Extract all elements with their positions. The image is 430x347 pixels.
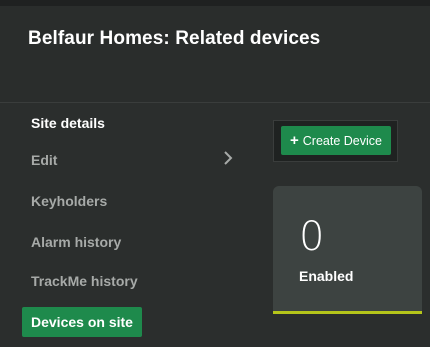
sidebar-item-edit[interactable]: Edit xyxy=(22,145,66,175)
stat-card-bar xyxy=(273,311,422,314)
page-header: Belfaur Homes: Related devices xyxy=(0,6,430,103)
sidebar-item-keyholders[interactable]: Keyholders xyxy=(22,186,116,216)
create-device-label: Create Device xyxy=(302,133,382,148)
page-title: Belfaur Homes: Related devices xyxy=(28,28,321,49)
enabled-stat-card[interactable]: 0 Enabled xyxy=(273,186,422,314)
sidebar-item-trackme-history[interactable]: TrackMe history xyxy=(22,266,147,296)
stat-value: 0 xyxy=(299,214,325,260)
create-device-wrapper: + Create Device xyxy=(273,120,398,162)
create-device-button[interactable]: + Create Device xyxy=(281,126,391,155)
plus-icon: + xyxy=(290,132,299,149)
stat-label: Enabled xyxy=(299,268,354,284)
sidebar-item-devices-on-site[interactable]: Devices on site xyxy=(22,307,142,337)
sidebar-item-site-details[interactable]: Site details xyxy=(22,108,114,138)
chevron-right-icon[interactable] xyxy=(222,150,234,166)
sidebar-item-alarm-history[interactable]: Alarm history xyxy=(22,227,130,257)
